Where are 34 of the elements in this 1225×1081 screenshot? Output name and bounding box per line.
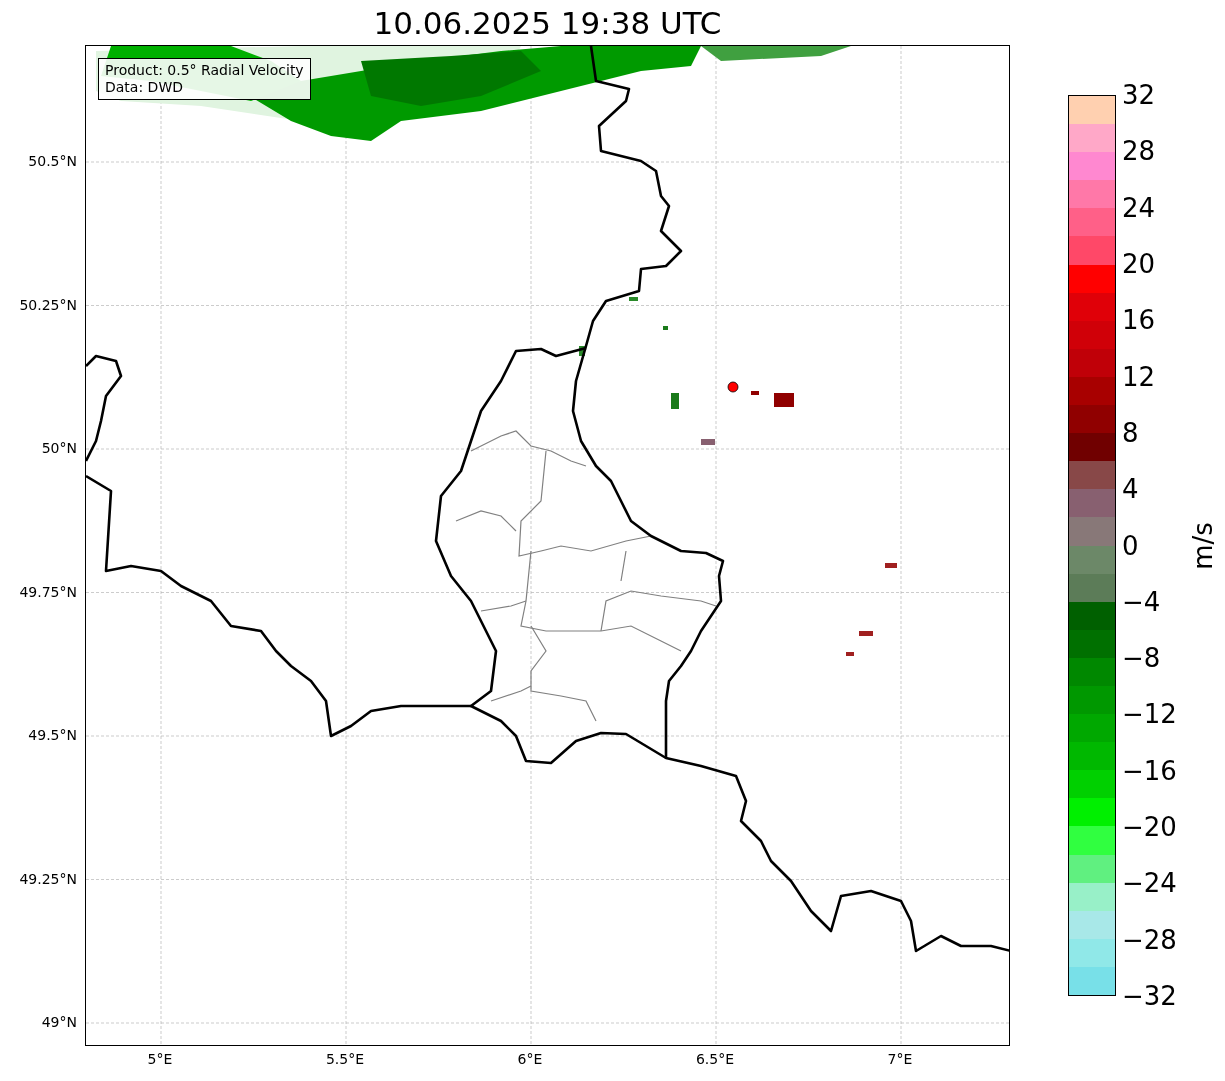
colorbar-tick-label: −20 (1122, 814, 1177, 841)
colorbar-tick-label: 24 (1122, 194, 1156, 221)
info-text: Data: DWD (105, 79, 184, 96)
latitude-label: 50.5°N (28, 154, 77, 168)
colorbar-tick-label: 12 (1122, 363, 1156, 390)
colorbar-tick-label: −28 (1122, 926, 1177, 953)
location-marker (727, 381, 739, 393)
longitude-label: 6.5°E (695, 1052, 735, 1066)
colorbar-tick-label: −24 (1122, 870, 1177, 897)
colorbar-tick-label: −4 (1122, 588, 1161, 615)
longitude-label: 5°E (147, 1052, 173, 1066)
colorbar-tick-label: −32 (1122, 983, 1177, 1009)
latitude-label: 50°N (41, 441, 77, 455)
latitude-label: 49.5°N (28, 728, 77, 742)
latitude-label: 50.25°N (19, 297, 77, 312)
colorbar-tick-label: 4 (1122, 476, 1139, 503)
colorbar-tick-label: 8 (1122, 419, 1139, 446)
colorbar-tick-label: 16 (1122, 307, 1156, 334)
colorbar-tick-label: −16 (1122, 757, 1177, 784)
colorbar-tick-label: 28 (1122, 138, 1156, 165)
longitude-label: 6°E (517, 1052, 543, 1066)
colorbar-tick-label: −8 (1122, 645, 1161, 672)
info-text: Product: 0.5° Radial Velocity (105, 62, 304, 79)
latitude-label: 49.25°N (19, 871, 77, 886)
colorbar-tick-label: 20 (1122, 250, 1156, 277)
chart-title: 10.06.2025 19:38 UTC (373, 6, 722, 39)
colorbar-tick-label: 32 (1122, 82, 1156, 108)
colorbar-tick-label: 0 (1122, 532, 1139, 559)
latitude-label: 49°N (41, 1015, 77, 1029)
longitude-label: 5.5°E (325, 1052, 365, 1066)
unit-label: m/s (1190, 521, 1216, 570)
longitude-label: 7°E (887, 1052, 913, 1066)
colorbar-tick-label: −12 (1122, 701, 1177, 728)
latitude-label: 49.75°N (19, 584, 77, 599)
